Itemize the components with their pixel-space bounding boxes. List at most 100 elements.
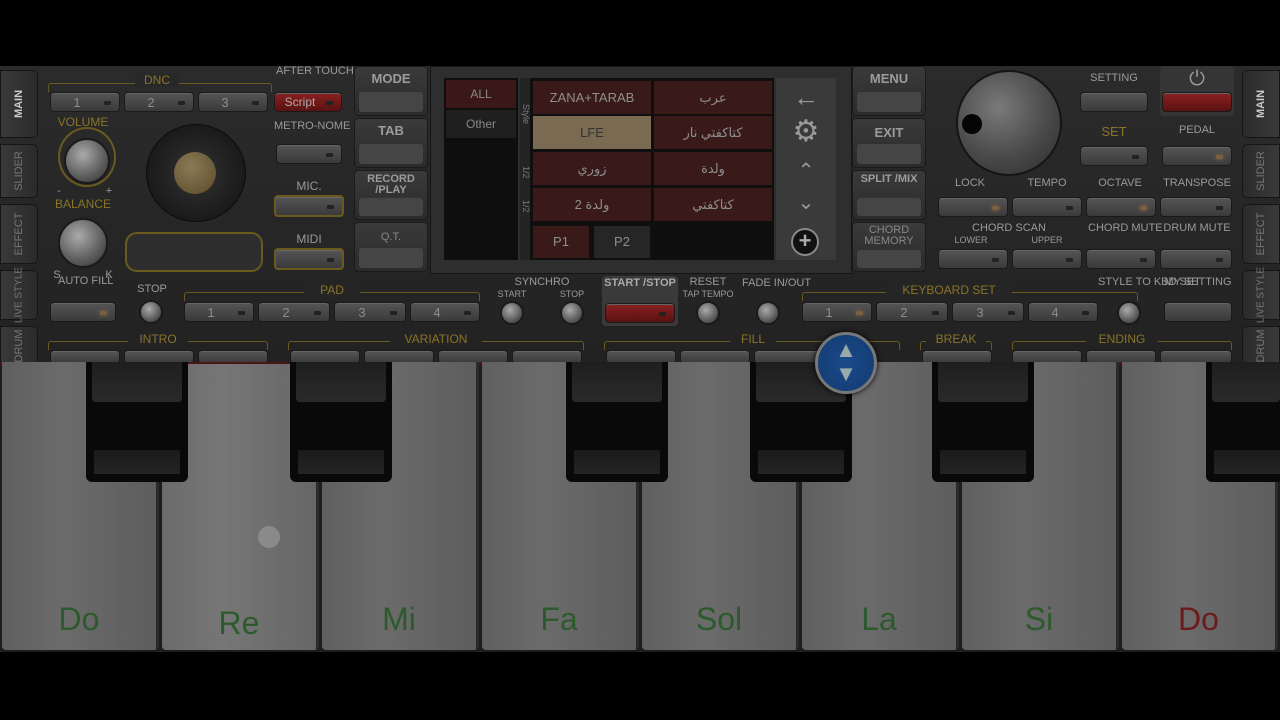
style-to-kbd-knob[interactable]: [1117, 301, 1141, 325]
black-key[interactable]: [86, 362, 188, 482]
back-arrow-icon[interactable]: ←: [776, 82, 836, 113]
tab-button[interactable]: TAB: [354, 118, 428, 168]
transpose-button[interactable]: [1160, 197, 1232, 217]
page-p2-button[interactable]: P2: [594, 226, 650, 258]
record-play-key: [359, 198, 423, 216]
kbd-set-button-3[interactable]: 3: [952, 302, 1024, 322]
category-all[interactable]: ALL: [446, 80, 516, 108]
led-indicator: [104, 101, 111, 105]
qt-button[interactable]: Q.T.: [354, 222, 428, 272]
midi-button[interactable]: [274, 248, 344, 270]
stop-knob[interactable]: [139, 300, 163, 324]
style-cell[interactable]: ولدة 2: [533, 188, 651, 221]
chord-scan-lower-button[interactable]: [938, 249, 1008, 269]
black-key[interactable]: [932, 362, 1034, 482]
power-button[interactable]: [1162, 92, 1232, 112]
style-cell[interactable]: ولدة: [654, 152, 772, 185]
synchro-start-knob[interactable]: [500, 301, 524, 325]
side-tab-drum-right[interactable]: DRUM: [1242, 326, 1280, 366]
category-other[interactable]: Other: [446, 110, 516, 138]
chevron-down-icon[interactable]: ⌄: [776, 190, 836, 215]
pad-button-4[interactable]: 4: [410, 302, 480, 322]
mic-button[interactable]: [274, 195, 344, 217]
style-cell[interactable]: كتاكفتي: [654, 188, 772, 221]
side-tab-live-style-right[interactable]: LIVE STYLE: [1242, 267, 1280, 323]
style-cell[interactable]: ZANA+TARAB: [533, 81, 651, 114]
break-label: BREAK: [926, 332, 986, 346]
style-cell[interactable]: كتاكفتي نار: [654, 116, 772, 149]
side-tab-label: SLIDER: [1255, 151, 1267, 191]
side-tab-main[interactable]: MAIN: [0, 70, 38, 138]
auto-fill-button[interactable]: [50, 302, 116, 322]
dnc-button-3[interactable]: 3: [198, 92, 268, 112]
side-tab-slider-right[interactable]: SLIDER: [1242, 144, 1280, 198]
black-key-face: [92, 362, 182, 402]
chord-mute-button[interactable]: [1086, 249, 1156, 269]
volume-knob[interactable]: [64, 138, 110, 184]
kbd-set-button-1[interactable]: 1: [802, 302, 872, 322]
gear-icon[interactable]: ⚙: [776, 114, 836, 149]
balance-knob[interactable]: [58, 218, 108, 268]
chord-scan-upper-button[interactable]: [1012, 249, 1082, 269]
split-mix-button[interactable]: SPLIT /MIX: [852, 170, 926, 220]
chord-memory-button[interactable]: CHORD MEMORY: [852, 222, 926, 272]
pad-button-3[interactable]: 3: [334, 302, 406, 322]
set-button[interactable]: [1080, 146, 1148, 166]
side-tab-effect-right[interactable]: EFFECT: [1242, 204, 1280, 264]
script-button[interactable]: Script: [274, 92, 342, 112]
chord-memory-label: CHORD MEMORY: [864, 224, 914, 247]
style-cell[interactable]: زوري: [533, 152, 651, 185]
black-key[interactable]: [1206, 362, 1280, 482]
menu-key: [857, 92, 921, 112]
black-key[interactable]: [290, 362, 392, 482]
setting-button[interactable]: [1080, 92, 1148, 112]
lock-button[interactable]: [938, 197, 1008, 217]
chevron-up-icon[interactable]: ⌃: [776, 158, 836, 183]
record-play-label: RECORD /PLAY: [367, 173, 415, 196]
kbd-set-button-2[interactable]: 2: [876, 302, 948, 322]
record-play-button[interactable]: RECORD /PLAY: [354, 170, 428, 220]
add-icon[interactable]: +: [791, 228, 819, 256]
side-tab-live-style[interactable]: LIVE STYLE: [0, 267, 38, 323]
synchro-stop-knob[interactable]: [560, 301, 584, 325]
pad-button-1[interactable]: 1: [184, 302, 254, 322]
dial-grip-icon: [962, 114, 982, 134]
fade-label: FADE IN/OUT: [742, 277, 812, 289]
synchro-label: SYNCHRO: [514, 276, 570, 288]
exit-button[interactable]: EXIT: [852, 118, 926, 168]
led-indicator: [1216, 206, 1223, 210]
side-tab-main-right[interactable]: MAIN: [1242, 70, 1280, 138]
metronome-button[interactable]: [276, 144, 342, 164]
my-setting-button[interactable]: [1164, 302, 1232, 322]
menu-button[interactable]: MENU: [852, 66, 926, 116]
button-number: 2: [282, 305, 290, 320]
chord-memory-key: [857, 250, 921, 268]
style-cell-selected[interactable]: LFE: [533, 116, 651, 149]
black-key[interactable]: [566, 362, 668, 482]
button-number: 4: [433, 305, 441, 320]
side-tab-drum[interactable]: DRUM: [0, 326, 38, 366]
keyboard-resize-handle[interactable]: ▲ ▼: [815, 332, 877, 394]
page-p1-button[interactable]: P1: [533, 226, 589, 258]
tempo-button[interactable]: [1012, 197, 1082, 217]
dnc-button-2[interactable]: 2: [124, 92, 194, 112]
start-stop-button[interactable]: [605, 303, 675, 323]
dnc-button-1[interactable]: 1: [50, 92, 120, 112]
pedal-button[interactable]: [1162, 146, 1232, 166]
reset-knob[interactable]: [696, 301, 720, 325]
display-field[interactable]: [125, 232, 263, 272]
drum-mute-button[interactable]: [1160, 249, 1232, 269]
exit-label: EXIT: [874, 125, 904, 140]
fade-knob[interactable]: [756, 301, 780, 325]
side-tab-slider[interactable]: SLIDER: [0, 144, 38, 198]
side-tab-effect[interactable]: EFFECT: [0, 204, 38, 264]
octave-button[interactable]: [1086, 197, 1156, 217]
balance-label: BALANCE: [54, 197, 112, 211]
style-cell[interactable]: عرب: [654, 81, 772, 114]
kbd-set-button-4[interactable]: 4: [1028, 302, 1098, 322]
black-key-face: [1212, 362, 1280, 402]
pad-button-2[interactable]: 2: [258, 302, 330, 322]
mode-button[interactable]: MODE: [354, 66, 428, 116]
button-label: Script: [284, 95, 316, 109]
auto-fill-label: AUTO FILL: [58, 275, 114, 287]
